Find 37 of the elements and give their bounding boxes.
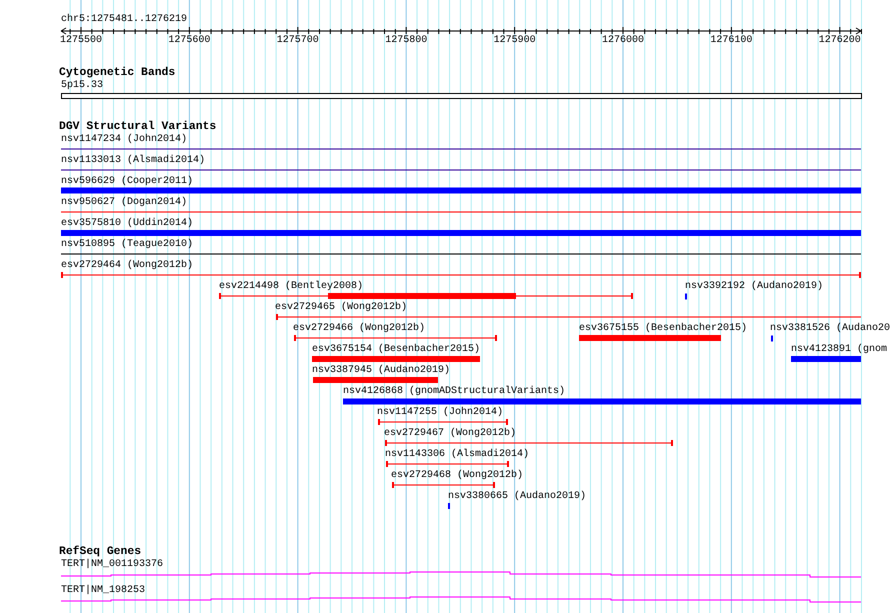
feature-label: nsv950627 (Dogan2014) [61, 197, 188, 209]
track-title: Cytogenetic Bands [59, 67, 176, 80]
feature-label: nsv1147234 (John2014) [61, 134, 188, 146]
feature-label: esv2729464 (Wong2012b) [61, 260, 194, 272]
ruler-tick-label: 1276100 [710, 35, 752, 47]
feature-label: nsv4126868 (gnomADStructuralVariants) [343, 386, 566, 398]
feature-label: esv2729466 (Wong2012b) [293, 323, 426, 335]
feature-label: nsv3387945 (Audano2019) [312, 365, 450, 377]
gene-label: TERT|NM_001193376 [61, 559, 164, 571]
feature-label: esv3675154 (Besenbacher2015) [312, 344, 480, 356]
feature-label: nsv3380665 (Audano2019) [448, 491, 586, 503]
track-title: RefSeq Genes [59, 546, 142, 558]
feature-label: nsv1143306 (Alsmadi2014) [385, 449, 530, 461]
ruler-tick-label: 1275500 [60, 35, 102, 47]
feature-label: nsv1147255 (John2014) [377, 407, 504, 419]
feature-label: esv3575810 (Uddin2014) [61, 218, 194, 230]
feature-label: esv3675155 (Besenbacher2015) [579, 323, 748, 335]
feature-label: esv2729465 (Wong2012b) [275, 302, 408, 314]
track-title: DGV Structural Variants [59, 121, 216, 134]
feature-label: nsv1133013 (Alsmadi2014) [61, 155, 206, 167]
band-label: 5p15.33 [61, 80, 104, 92]
ruler-tick-label: 1276200 [818, 35, 861, 47]
ruler-tick-label: 1275800 [385, 35, 428, 47]
region-label: chr5:1275481..1276219 [61, 14, 188, 26]
gene-label: TERT|NM_198253 [61, 585, 146, 597]
ruler-tick-label: 1275600 [168, 35, 210, 47]
ruler-tick-label: 1275900 [494, 35, 536, 47]
feature-label: esv2214498 (Bentley2008) [219, 281, 364, 293]
ruler-tick-label: 1276000 [602, 35, 644, 47]
feature-label: esv2729468 (Wong2012b) [391, 470, 524, 482]
feature-label: nsv596629 (Cooper2011) [61, 176, 194, 188]
feature-label: nsv3381526 (Audano20 [770, 323, 890, 335]
ruler-tick-label: 1275700 [276, 35, 319, 47]
feature-label: esv2729467 (Wong2012b) [384, 428, 516, 440]
feature-label: nsv510895 (Teague2010) [61, 239, 194, 251]
feature-label: nsv4123891 (gnom [791, 344, 888, 356]
feature-label: nsv3392192 (Audano2019) [685, 281, 824, 293]
